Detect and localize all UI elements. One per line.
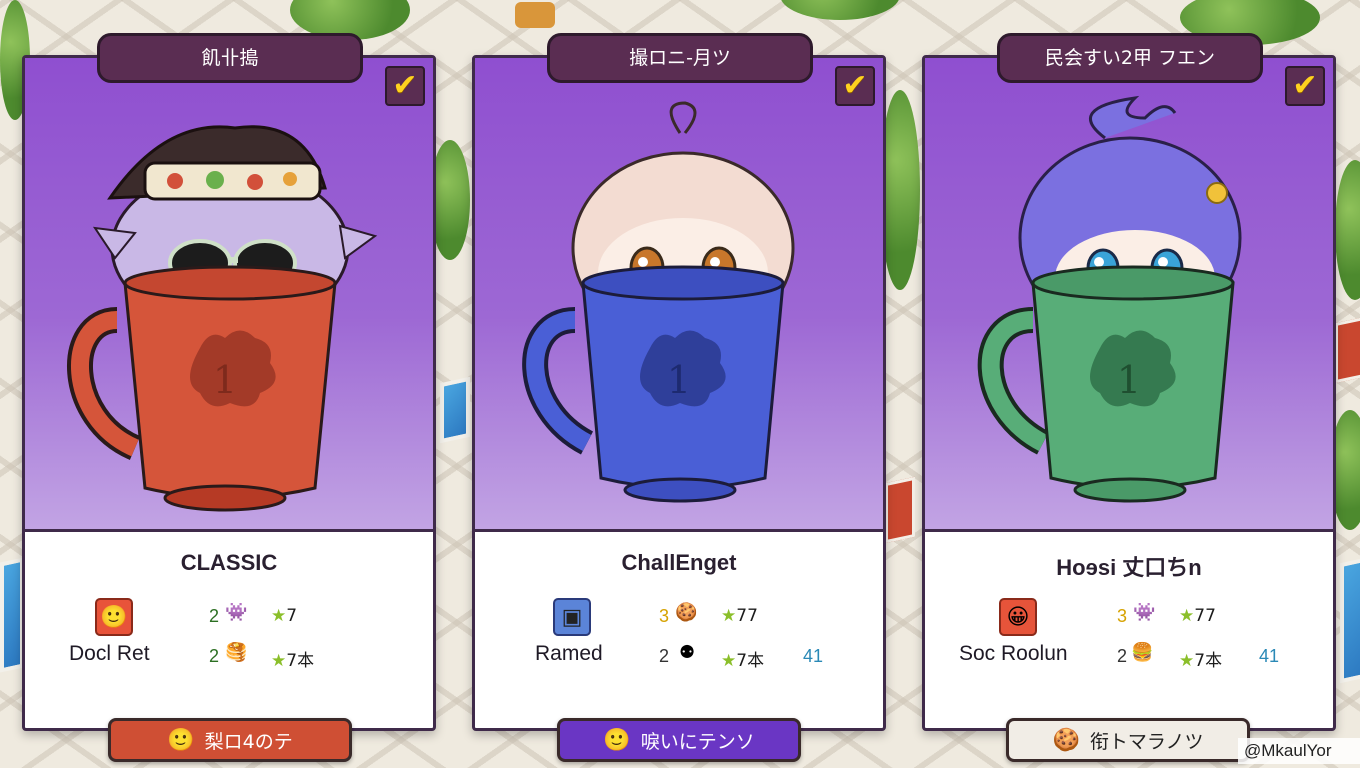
star-stat: ★77 — [1179, 606, 1216, 626]
arcade-machine-icon: ▣ — [553, 598, 591, 636]
card-title: 撮ロニ-月ツ — [547, 33, 813, 83]
button-label: 衔トマラノツ — [1089, 730, 1204, 753]
checkmark-icon: ✔ — [392, 68, 418, 103]
stat-count: 2 — [1117, 646, 1128, 666]
character-in-cup-illustration: 1 — [977, 95, 1242, 503]
dice-icon: ⚉ — [679, 642, 696, 663]
checkmark-icon: ✔ — [1292, 68, 1318, 103]
game-mode-label: CLASSIC — [180, 550, 278, 575]
cookie-icon: 🍪 — [675, 602, 698, 623]
stat-count: 2 — [659, 646, 670, 666]
mode-card-classic[interactable]: 1 ✔ 飢卝搗 CLASSIC 🙂 Docl Ret 2 👾 ★7 2 🥞 ★7… — [22, 33, 436, 731]
star-stat: ★77 — [721, 606, 758, 626]
stat-count: 3 — [659, 606, 670, 626]
select-button-challenge[interactable]: 🙂 唳いにテンソ — [557, 718, 801, 762]
select-button-third[interactable]: 🍪 衔トマラノツ — [1006, 718, 1250, 762]
burger-icon: 🍔 — [1131, 642, 1154, 663]
smiley-face-icon: 🙂 — [167, 727, 195, 753]
card-portrait-area: 1 ✔ — [925, 58, 1333, 532]
game-mode-label: Hoɘsi 丈口ちn — [1056, 555, 1202, 580]
cookie-icon: 🍪 — [1052, 727, 1080, 753]
stat-count: 2 — [209, 606, 220, 626]
player-name: Ramed — [535, 642, 603, 665]
grinning-face-icon: 😀 — [999, 598, 1037, 636]
player-name: Soc Roolun — [959, 642, 1068, 665]
button-label: 梨ロ4のテ — [204, 730, 293, 753]
blue-creature-icon: 👾 — [225, 602, 248, 623]
button-label: 唳いにテンソ — [640, 730, 755, 753]
star-stat: ★7 — [271, 606, 298, 626]
select-button-classic[interactable]: 🙂 梨ロ4のテ — [108, 718, 352, 762]
watermark: @MkaulYor — [1238, 738, 1360, 764]
svg-text:1: 1 — [213, 358, 237, 402]
card-portrait-area: 1 ✔ — [475, 58, 883, 532]
mode-card-challenge[interactable]: 1 ✔ 撮ロニ-月ツ ChallEnget ▣ Ramed 3 🍪 ★77 2 … — [472, 33, 886, 731]
stat-extra-value: 41 — [803, 646, 824, 666]
stat-extra-value: 41 — [1259, 646, 1280, 666]
mode-card-third[interactable]: 1 ✔ 民会すい2甲 フエン Hoɘsi 丈口ちn 😀 Soc Roolun 3… — [922, 33, 1336, 731]
selected-checkbox[interactable]: ✔ — [835, 66, 875, 106]
checkmark-icon: ✔ — [842, 68, 868, 103]
smiley-face-icon: 🙂 — [603, 727, 631, 753]
blue-creature-icon: 👾 — [1133, 602, 1156, 623]
card-title: 民会すい2甲 フエン — [997, 33, 1263, 83]
stat-count: 2 — [209, 646, 220, 666]
star-stat: ★7本 — [1179, 651, 1223, 671]
selected-checkbox[interactable]: ✔ — [385, 66, 425, 106]
character-in-cup-illustration: 1 — [67, 125, 378, 512]
svg-text:1: 1 — [667, 358, 691, 402]
smiley-face-icon: 🙂 — [95, 598, 133, 636]
game-mode-label: ChallEnget — [621, 550, 737, 575]
pancake-icon: 🥞 — [225, 642, 248, 663]
character-in-cup-illustration: 1 — [522, 101, 795, 503]
star-stat: ★7本 — [271, 651, 315, 671]
selected-checkbox[interactable]: ✔ — [1285, 66, 1325, 106]
card-portrait-area: 1 ✔ — [25, 58, 433, 532]
card-title: 飢卝搗 — [97, 33, 363, 83]
svg-text:1: 1 — [1117, 358, 1141, 402]
player-name: Docl Ret — [69, 642, 150, 665]
star-stat: ★7本 — [721, 651, 765, 671]
stat-count: 3 — [1117, 606, 1128, 626]
